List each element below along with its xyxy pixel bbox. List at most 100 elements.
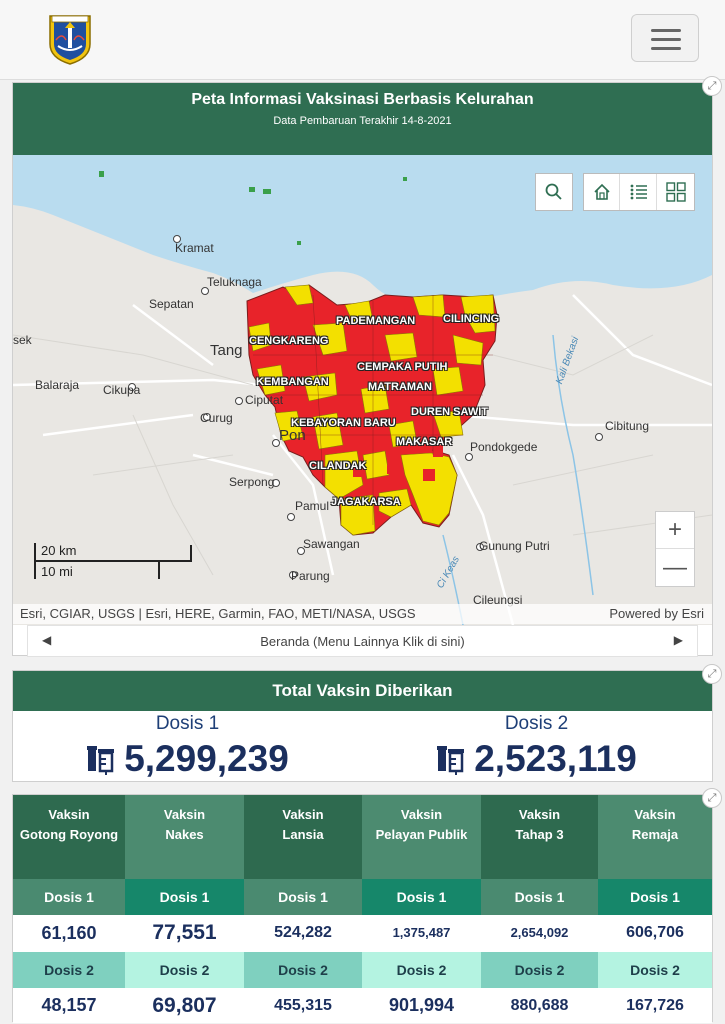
total-vaccine-panel: Total Vaksin Diberikan Dosis 1 5,299,239…	[12, 670, 713, 782]
place-label: Sepatan	[149, 297, 194, 311]
total-vaccine-title: Total Vaksin Diberikan	[13, 671, 712, 711]
district-label: KEBAYORAN BARU	[291, 417, 396, 429]
district-label: JAGAKARSA	[331, 496, 401, 508]
dose1-value: 1,375,487	[362, 915, 481, 951]
dose1-label: Dosis 1	[362, 879, 481, 915]
nav-home-label[interactable]: Beranda (Menu Lainnya Klik di sini)	[28, 634, 697, 649]
dose2-label: Dosis 2	[481, 952, 598, 988]
district-label: MATRAMAN	[368, 381, 432, 393]
dose1-label: Dosis 1	[125, 879, 244, 915]
powered-by-esri[interactable]: Powered by Esri	[609, 606, 704, 621]
scale-bar: 20 km 10 mi	[33, 543, 193, 581]
expand-icon[interactable]: ⤢	[702, 788, 722, 808]
dose2-label: Dosis 2	[362, 952, 481, 988]
home-button[interactable]	[584, 174, 620, 210]
dose2-value: 2,523,119	[474, 738, 637, 779]
dose1-value: 77,551	[125, 915, 244, 951]
dose2-label: Dosis 2	[125, 952, 244, 988]
vaccine-column-header: Vaksin Gotong Royong	[13, 795, 125, 879]
district-label: CILINCING	[443, 313, 500, 325]
vaccine-column-header: Vaksin Lansia	[244, 795, 362, 879]
dose1-label: Dosis 1	[13, 879, 125, 915]
dose2-label: Dosis 2	[598, 952, 712, 988]
dose1-label: Dosis 1	[244, 879, 362, 915]
dose2-label: Dosis 2	[244, 952, 362, 988]
dose1-value-row: 5,299,239	[13, 738, 362, 784]
place-label: Sawangan	[303, 537, 360, 551]
zoom-in-button[interactable]: +	[656, 512, 694, 549]
search-icon	[545, 183, 562, 200]
place-label: Pamul	[295, 499, 330, 513]
vaccine-column-header: Vaksin Nakes	[125, 795, 244, 879]
place-label: Cikupa	[103, 383, 141, 397]
zoom-out-button[interactable]: —	[656, 550, 694, 587]
district-label: CILANDAK	[309, 460, 367, 472]
vaccine-vial-icon	[436, 742, 468, 784]
vaccine-column: Vaksin Tahap 3 Dosis 1 2,654,092 Dosis 2 …	[481, 795, 598, 1023]
legend-button[interactable]	[621, 174, 657, 210]
map-view[interactable]: Kramat Teluknaga Sepatan sek Tang Balara…	[13, 155, 712, 625]
dose2-value: 901,994	[362, 988, 481, 1023]
home-icon	[594, 183, 610, 200]
place-label: Pon	[279, 427, 306, 444]
vaccine-column: Vaksin Gotong Royong Dosis 1 61,160 Dosis…	[13, 795, 125, 1023]
scale-mi-label: 10 mi	[41, 564, 73, 579]
district-label: MAKASAR	[396, 436, 453, 448]
next-arrow-icon[interactable]: ▶	[674, 633, 683, 647]
attribution-text: Esri, CGIAR, USGS | Esri, HERE, Garmin, …	[20, 606, 416, 621]
zoom-control: + —	[655, 511, 695, 587]
district-label: DUREN SAWIT	[411, 406, 488, 418]
dose1-label: Dosis 1	[598, 879, 712, 915]
place-label: Tang	[210, 342, 243, 359]
district-label: CEMPAKA PUTIH	[357, 361, 448, 373]
vaccine-column: Vaksin Pelayan Publik Dosis 1 1,375,487 D…	[362, 795, 481, 1023]
vaccine-vial-icon	[86, 742, 118, 784]
search-button[interactable]	[536, 174, 572, 210]
place-label: Balaraja	[35, 378, 80, 392]
vaccine-column: Vaksin Remaja Dosis 1 606,706 Dosis 2 167…	[598, 795, 712, 1023]
district-label: KEMBANGAN	[256, 376, 329, 388]
dose2-label: Dosis 2	[13, 952, 125, 988]
dose1-value: 61,160	[13, 915, 125, 951]
dose1-label: Dosis 1	[155, 713, 220, 734]
basemap-gallery-icon	[666, 182, 686, 202]
scale-km-label: 20 km	[41, 543, 77, 558]
dose2-value: 69,807	[125, 988, 244, 1023]
place-label: Curug	[200, 411, 233, 425]
map-toolbar	[583, 173, 695, 211]
place-label: Cibitung	[605, 419, 650, 433]
vaccine-column-header: Vaksin Remaja	[598, 795, 712, 879]
dose1-label: Dosis 1	[481, 879, 598, 915]
map-search-tool	[535, 173, 573, 211]
expand-icon[interactable]: ⤢	[702, 76, 722, 96]
hamburger-menu-button[interactable]	[631, 14, 699, 62]
dose1-value: 2,654,092	[481, 915, 598, 951]
basemap-gallery-button[interactable]	[658, 174, 694, 210]
legend-list-icon	[630, 184, 647, 200]
place-label: Gunung Putri	[479, 539, 550, 553]
dose1-value: 5,299,239	[124, 738, 289, 779]
dki-jakarta-logo[interactable]	[46, 10, 94, 66]
place-label: Serpong	[229, 475, 275, 489]
map-header: Peta Informasi Vaksinasi Berbasis Kelura…	[13, 83, 712, 155]
map-panel: Peta Informasi Vaksinasi Berbasis Kelura…	[12, 82, 713, 657]
place-label: sek	[13, 333, 32, 347]
place-label: Pondokgede	[470, 440, 538, 454]
place-label: Parung	[291, 569, 330, 583]
map-attribution: Esri, CGIAR, USGS | Esri, HERE, Garmin, …	[13, 604, 712, 624]
dose2-label: Dosis 2	[504, 713, 569, 734]
total-dose1: Dosis 1 5,299,239	[13, 711, 362, 781]
dose2-value: 880,688	[481, 988, 598, 1023]
district-label: CENGKARENG	[249, 335, 329, 347]
vaccine-column: Vaksin Lansia Dosis 1 524,282 Dosis 2 455…	[244, 795, 362, 1023]
expand-icon[interactable]: ⤢	[702, 664, 722, 684]
dose2-value: 455,315	[244, 988, 362, 1023]
dashboard-nav-bar: ◀ Beranda (Menu Lainnya Klik di sini) ▶	[27, 625, 698, 657]
dose2-value-row: 2,523,119	[362, 738, 711, 784]
dose2-value: 48,157	[13, 988, 125, 1023]
dose1-value: 524,282	[244, 915, 362, 951]
place-label: Kramat	[175, 241, 214, 255]
hamburger-icon	[651, 29, 681, 32]
map-subtitle: Data Pembaruan Terakhir 14-8-2021	[273, 115, 452, 127]
dose1-value: 606,706	[598, 915, 712, 951]
